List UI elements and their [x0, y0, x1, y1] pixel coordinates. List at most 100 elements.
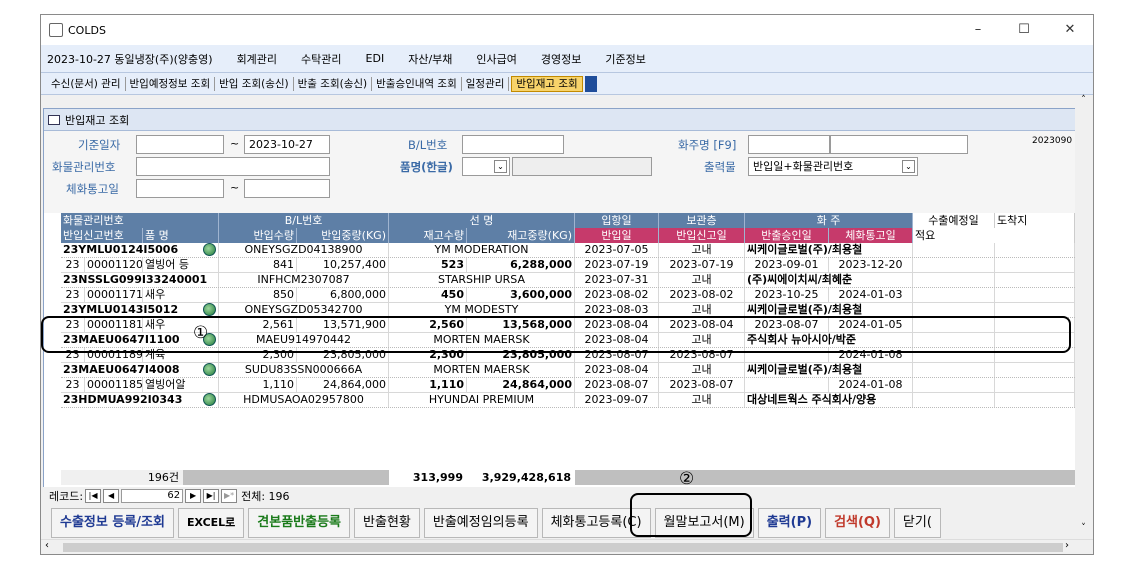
globe-icon[interactable]: [203, 363, 216, 376]
menu-bar: 2023-10-27 동일냉장(주)(양충영) 회계관리 수탁관리 EDI 자산…: [41, 45, 1093, 73]
close-button[interactable]: ✕: [1047, 15, 1093, 45]
cell-stwt: 3,600,000: [467, 288, 575, 302]
menu-company[interactable]: 2023-10-27 동일냉장(주)(양충영): [47, 51, 213, 67]
cell-empty: [913, 393, 995, 407]
toolbar-dropdown-icon[interactable]: [584, 75, 597, 92]
cell-inwt: 6,800,000: [297, 288, 389, 302]
toolbar-out[interactable]: 반출 조회(송신): [294, 76, 373, 91]
col-floor[interactable]: 보관층: [659, 213, 745, 228]
toolbar-receive[interactable]: 수신(문서) 관리: [47, 76, 126, 91]
cell-floor: 고내: [659, 363, 745, 377]
col-notice-date[interactable]: 체화통고일: [829, 228, 913, 243]
globe-icon[interactable]: [203, 303, 216, 316]
print-button[interactable]: 출력(P): [757, 508, 822, 538]
menu-edi[interactable]: EDI: [366, 52, 385, 65]
menu-consign[interactable]: 수탁관리: [301, 51, 341, 67]
first-record-button[interactable]: |◀: [85, 488, 102, 503]
vertical-scrollbar[interactable]: ˄ ˅: [1075, 95, 1092, 535]
menu-standards[interactable]: 기준정보: [605, 51, 645, 67]
menu-accounting[interactable]: 회계관리: [237, 51, 277, 67]
table-row[interactable]: 23 00001171 새우 850 6,800,000 450 3,600,000 2023…: [61, 288, 1075, 303]
col-stock-qty[interactable]: 재고수량: [389, 228, 467, 243]
base-date-from-input[interactable]: [136, 135, 224, 154]
table-row[interactable]: 23HDMUA992I0343 HDMUSAOA02957800 HYUNDAI P…: [61, 393, 1075, 408]
cell-empty: [995, 363, 1075, 377]
shipper-code-input[interactable]: [748, 135, 830, 154]
col-in-qty[interactable]: 반입수량: [219, 228, 297, 243]
clear-date-from-input[interactable]: [136, 179, 224, 198]
table-row[interactable]: 23 00001185 열빙어알 1,110 24,864,000 1,110 24,864…: [61, 378, 1075, 393]
col-bl[interactable]: B/L번호: [219, 213, 389, 228]
search-button[interactable]: 검색(Q): [825, 508, 890, 538]
menu-hr[interactable]: 인사급여: [476, 51, 516, 67]
output-select[interactable]: 반입일+화물관리번호 ⌄: [748, 157, 918, 176]
col-shipper[interactable]: 화 주: [745, 213, 913, 228]
close-form-button[interactable]: 닫기(: [893, 508, 941, 538]
toolbar-schedule[interactable]: 일정관리: [462, 76, 510, 91]
cell-rptdate: 2023-07-19: [659, 258, 745, 272]
cargo-input[interactable]: [136, 157, 330, 176]
col-report-date[interactable]: 반입신고일: [659, 228, 745, 243]
next-record-button[interactable]: ▶: [185, 488, 202, 503]
toolbar-stock[interactable]: 반입재고 조회: [511, 75, 583, 92]
toolbar-in[interactable]: 반입 조회(송신): [215, 76, 294, 91]
col-arrival[interactable]: 입항일: [575, 213, 659, 228]
table-row[interactable]: 23NSSLG099I33240001 INFHCM2307087 STARSHIP…: [61, 273, 1075, 288]
col-in-date[interactable]: 반입일: [575, 228, 659, 243]
globe-icon[interactable]: [203, 393, 216, 406]
cell-text: 23YMLU0124I5006: [63, 243, 179, 256]
col-in-weight[interactable]: 반입중량(KG): [297, 228, 389, 243]
horizontal-scrollbar[interactable]: ‹ ›: [41, 539, 1093, 554]
col-cargo[interactable]: 화물관리번호: [61, 213, 219, 228]
table-row[interactable]: 23YMLU0124I5006 ONEYSGZD04138900 YM MODERA…: [61, 243, 1075, 258]
cell-inqty: 1,110: [219, 378, 297, 392]
new-record-button[interactable]: ▶*: [221, 488, 238, 503]
table-row[interactable]: 23MAEU0647I4008 SUDU83SSN000666A MORTEN MA…: [61, 363, 1075, 378]
shipper-name-input[interactable]: [830, 135, 968, 154]
col-export-date[interactable]: 수출예정일: [913, 213, 995, 228]
filter-panel: 기준일자 ~ 2023-10-27 B/L번호 화주명 [F9] 2023090…: [44, 131, 1076, 213]
scroll-left-icon[interactable]: ‹: [45, 540, 49, 551]
cell-text: SUDU83SSN000666A: [244, 363, 363, 376]
bl-input[interactable]: [462, 135, 564, 154]
tool-bar: 수신(문서) 관리 반입예정정보 조회 반입 조회(송신) 반출 조회(송신) …: [41, 73, 1093, 95]
col-item[interactable]: 품 명: [143, 228, 219, 243]
maximize-button[interactable]: ☐: [1001, 15, 1047, 45]
out-plan-button[interactable]: 반출예정임의등록: [423, 508, 538, 538]
last-record-button[interactable]: ▶|: [203, 488, 220, 503]
sample-out-button[interactable]: 견본품반출등록: [248, 508, 351, 538]
out-status-button[interactable]: 반출현황: [354, 508, 420, 538]
product-select[interactable]: ⌄: [462, 157, 510, 176]
col-out-date[interactable]: 반출승인일: [745, 228, 829, 243]
cell-stwt: 24,864,000: [467, 378, 575, 392]
cell-cargo: 23YMLU0124I5006: [61, 243, 219, 257]
table-row[interactable]: 23 00001120 열빙어 등 841 10,257,400 523 6,288,000…: [61, 258, 1075, 273]
scroll-right-icon[interactable]: ›: [1065, 540, 1069, 551]
toolbar-approval[interactable]: 반출승인내역 조회: [372, 76, 462, 91]
output-select-value: 반입일+화물관리번호: [753, 160, 854, 173]
globe-icon[interactable]: [203, 243, 216, 256]
col-destination[interactable]: 도착지: [995, 213, 1075, 228]
prev-record-button[interactable]: ◀: [103, 488, 120, 503]
scroll-thumb[interactable]: [63, 543, 1063, 552]
export-info-button[interactable]: 수출정보 등록/조회: [51, 508, 174, 538]
excel-button[interactable]: EXCEL로: [177, 508, 245, 538]
col-report-no[interactable]: 반입신고번호: [61, 228, 143, 243]
minimize-button[interactable]: –: [955, 15, 1001, 45]
header-row-1: 화물관리번호 B/L번호 선 명 입항일 보관층 화 주 수출예정일 도착지: [61, 213, 1075, 228]
base-date-to-input[interactable]: 2023-10-27: [244, 135, 330, 154]
scroll-up-icon[interactable]: ˄: [1075, 95, 1092, 105]
cell-bl: ONEYSGZD05342700: [219, 303, 389, 317]
totals-stock-qty: 313,999: [389, 470, 467, 485]
menu-assets[interactable]: 자산/부채: [408, 51, 452, 67]
cell-rptno: 00001120: [87, 258, 143, 272]
col-vessel[interactable]: 선 명: [389, 213, 575, 228]
col-remarks[interactable]: 적요: [913, 228, 1075, 243]
scroll-down-icon[interactable]: ˅: [1075, 523, 1092, 533]
col-stock-weight[interactable]: 재고중량(KG): [467, 228, 575, 243]
record-current-input[interactable]: 62: [121, 488, 184, 503]
menu-management[interactable]: 경영정보: [541, 51, 581, 67]
cell-empty: [913, 273, 995, 287]
clear-date-to-input[interactable]: [244, 179, 330, 198]
toolbar-plan[interactable]: 반입예정정보 조회: [126, 76, 216, 91]
